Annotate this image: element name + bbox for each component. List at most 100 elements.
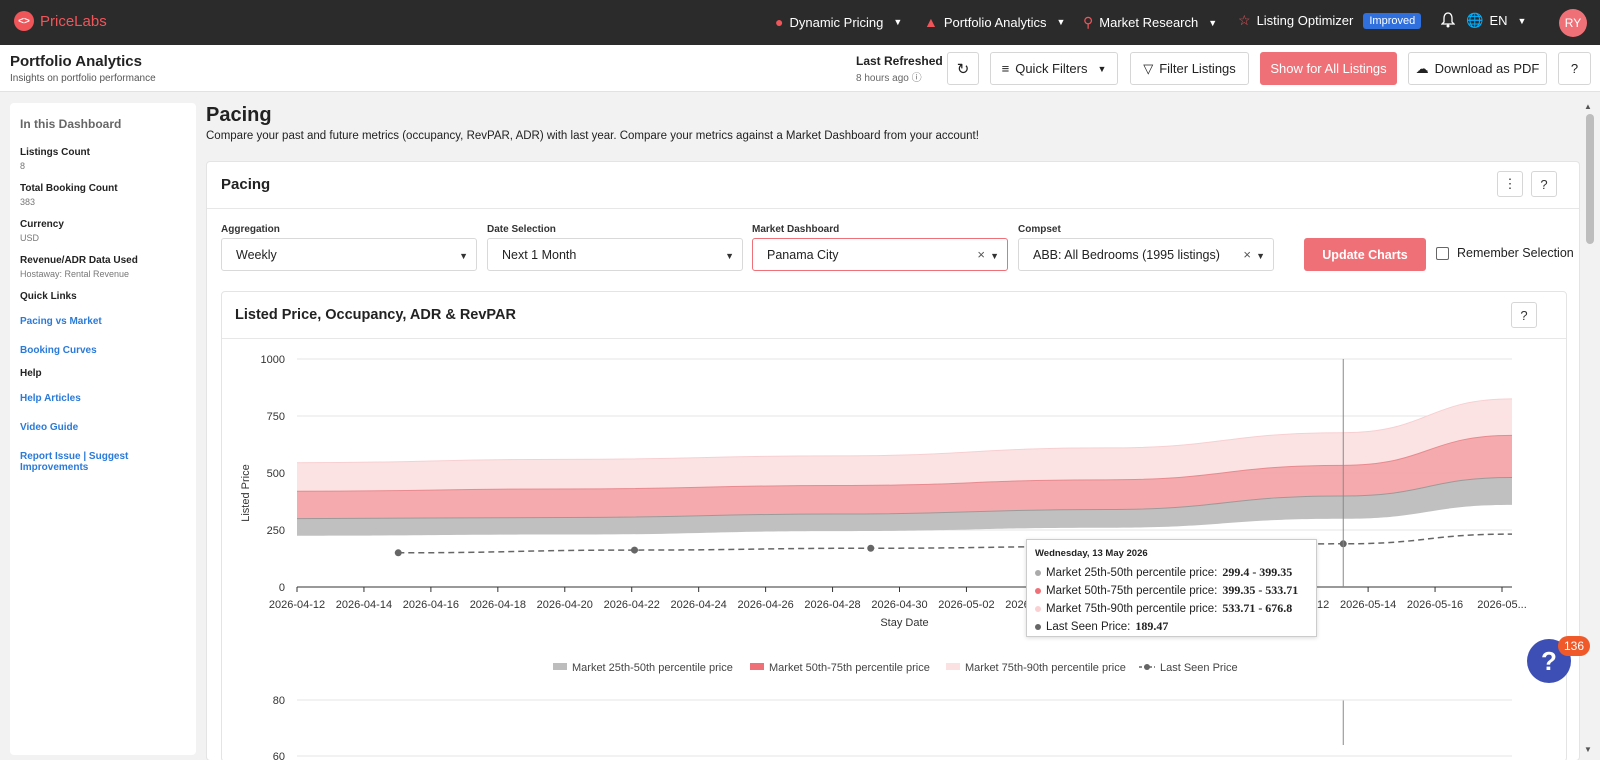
- cloud-download-icon: ☁: [1415, 60, 1429, 76]
- caret-down-icon: ▼: [1256, 251, 1265, 261]
- top-nav: <> PriceLabs ● Dynamic Pricing ▼ ▲ Portf…: [0, 0, 1600, 45]
- stat-label: Revenue/ADR Data Used: [20, 255, 138, 266]
- tooltip-row: Market 25th-50th percentile price: 299.4…: [1035, 565, 1308, 580]
- refresh-button[interactable]: ↻: [947, 52, 979, 85]
- last-refreshed-time: 8 hours ago ⓘ: [856, 69, 922, 84]
- aggregation-value: Weekly: [236, 247, 277, 262]
- nav-market-research[interactable]: ⚲ Market Research ▼: [1083, 14, 1217, 31]
- language-selector[interactable]: 🌐 EN ▼: [1466, 12, 1526, 29]
- tooltip-date: Wednesday, 13 May 2026: [1035, 548, 1148, 559]
- caret-down-icon: ▼: [1056, 17, 1066, 27]
- date-selection-select[interactable]: Next 1 Month ▼: [487, 238, 743, 271]
- last-refreshed-label: Last Refreshed: [856, 54, 943, 68]
- stat-value: USD: [20, 233, 40, 243]
- question-circle-icon: ?: [1540, 176, 1548, 192]
- stat-label: Listings Count: [20, 147, 90, 158]
- filter-listings-label: Filter Listings: [1159, 61, 1236, 76]
- compset-value: ABB: All Bedrooms (1995 listings): [1033, 247, 1220, 262]
- nav-label: Market Research: [1099, 15, 1199, 30]
- link-pacing-vs-market[interactable]: Pacing vs Market: [20, 316, 186, 327]
- improved-badge: Improved: [1363, 12, 1422, 29]
- filter-listings-button[interactable]: ▽ Filter Listings: [1130, 52, 1249, 85]
- remember-selection[interactable]: Remember Selection: [1436, 246, 1574, 260]
- nav-listing-optimizer[interactable]: ☆ Listing Optimizer Improved: [1238, 12, 1422, 29]
- logo-text: PriceLabs: [40, 12, 107, 30]
- quick-filters-button[interactable]: ≡ Quick Filters ▼: [990, 52, 1118, 85]
- date-selection-value: Next 1 Month: [502, 247, 577, 262]
- series-dot-icon: [1035, 623, 1041, 630]
- show-all-listings-button[interactable]: Show for All Listings: [1260, 52, 1397, 85]
- chart-help-button[interactable]: ?: [1511, 302, 1537, 328]
- scroll-down-arrow-icon[interactable]: ▼: [1584, 745, 1592, 754]
- page-subtitle: Insights on portfolio performance: [10, 73, 156, 84]
- avatar[interactable]: RY: [1559, 9, 1587, 37]
- nav-dynamic-pricing[interactable]: ● Dynamic Pricing ▼: [775, 14, 902, 30]
- bar-chart-icon: ▲: [924, 14, 938, 30]
- series-dot-icon: [1035, 587, 1041, 594]
- compset-select[interactable]: ABB: All Bedrooms (1995 listings) × ▼: [1018, 238, 1274, 271]
- market-dashboard-select[interactable]: Panama City × ▼: [752, 238, 1008, 271]
- logo[interactable]: <> PriceLabs: [14, 11, 107, 31]
- link-video-guide[interactable]: Video Guide: [20, 422, 186, 433]
- scrollbar-thumb[interactable]: [1586, 114, 1594, 244]
- date-selection-label: Date Selection: [487, 224, 556, 235]
- page-title: Portfolio Analytics: [10, 53, 142, 70]
- series-dot-icon: [1035, 605, 1041, 612]
- more-options-button[interactable]: ⋮: [1497, 171, 1523, 197]
- caret-down-icon: ▼: [1097, 63, 1107, 74]
- update-charts-button[interactable]: Update Charts: [1304, 238, 1426, 271]
- scroll-up-arrow-icon[interactable]: ▲: [1584, 102, 1592, 111]
- pricelabs-logo-icon: <>: [14, 11, 34, 31]
- nav-portfolio-analytics[interactable]: ▲ Portfolio Analytics ▼: [924, 14, 1065, 30]
- globe-icon: 🌐: [1466, 12, 1484, 28]
- clear-icon[interactable]: ×: [1243, 247, 1251, 262]
- series-dot-icon: [1035, 569, 1041, 576]
- stat-label: Currency: [20, 219, 64, 230]
- remember-checkbox[interactable]: [1436, 246, 1449, 260]
- refreshed-time-text: 8 hours ago: [856, 73, 909, 84]
- refresh-icon: ↻: [956, 60, 970, 78]
- pacing-card: Pacing ⋮ ? Aggregation Weekly ▼ Date Sel…: [206, 161, 1580, 760]
- nav-label: Portfolio Analytics: [943, 14, 1047, 30]
- stat-value: 8: [20, 161, 26, 171]
- info-icon[interactable]: ⓘ: [912, 73, 922, 84]
- tooltip-value: 533.71 - 676.8: [1222, 601, 1293, 615]
- tooltip-label: Last Seen Price:: [1046, 620, 1131, 633]
- stat-value: 383: [20, 197, 36, 207]
- tooltip-row: Market 75th-90th percentile price: 533.7…: [1035, 601, 1308, 616]
- funnel-icon: ▽: [1143, 60, 1154, 76]
- download-pdf-button[interactable]: ☁ Download as PDF: [1408, 52, 1547, 85]
- aggregation-label: Aggregation: [221, 224, 280, 235]
- card-title: Pacing: [221, 176, 271, 193]
- market-dashboard-label: Market Dashboard: [752, 224, 840, 235]
- sidebar: In this Dashboard Listings Count 8 Total…: [10, 103, 196, 755]
- stat-label: Total Booking Count: [20, 183, 118, 194]
- card-help-button[interactable]: ?: [1531, 171, 1557, 197]
- help-button[interactable]: ?: [1558, 52, 1591, 85]
- chart-tooltip: Wednesday, 13 May 2026 Market 25th-50th …: [1026, 539, 1317, 637]
- clear-icon[interactable]: ×: [977, 247, 985, 262]
- page-header: Portfolio Analytics Insights on portfoli…: [0, 45, 1600, 92]
- quick-filters-label: Quick Filters: [1015, 61, 1088, 76]
- caret-down-icon: ▼: [990, 251, 999, 261]
- caret-down-icon: ▼: [893, 17, 903, 27]
- link-report-issue[interactable]: Report Issue | Suggest Improvements: [20, 451, 186, 473]
- tooltip-label: Market 25th-50th percentile price:: [1046, 566, 1218, 579]
- caret-down-icon: ▼: [725, 251, 734, 261]
- tooltip-value: 399.35 - 533.71: [1222, 583, 1299, 597]
- tooltip-label: Market 75th-90th percentile price:: [1046, 602, 1218, 615]
- caret-down-icon: ▼: [1517, 15, 1527, 26]
- link-booking-curves[interactable]: Booking Curves: [20, 345, 186, 356]
- nav-label: Listing Optimizer: [1256, 13, 1354, 28]
- notification-count-badge: 136: [1558, 636, 1590, 656]
- kebab-icon: ⋮: [1503, 176, 1517, 191]
- chart-title: Listed Price, Occupancy, ADR & RevPAR: [235, 307, 516, 323]
- link-help-articles[interactable]: Help Articles: [20, 393, 186, 404]
- download-pdf-label: Download as PDF: [1434, 61, 1540, 76]
- aggregation-select[interactable]: Weekly ▼: [221, 238, 477, 271]
- nav-label: Dynamic Pricing: [789, 14, 884, 30]
- tooltip-value: 189.47: [1135, 619, 1169, 633]
- market-dashboard-value: Panama City: [767, 247, 839, 262]
- bell-icon[interactable]: [1441, 12, 1455, 28]
- remember-label: Remember Selection: [1457, 246, 1574, 260]
